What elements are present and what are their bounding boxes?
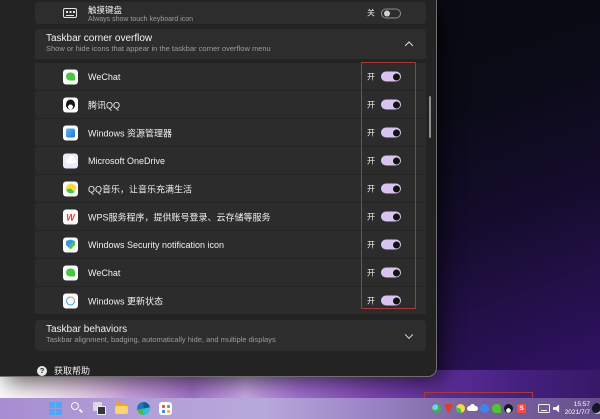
get-help-label: 获取帮助 — [54, 364, 90, 377]
taskbar-clock[interactable]: 15:57 2021/7/7 — [563, 401, 590, 417]
onedrive-icon — [63, 153, 78, 168]
tray-onedrive-icon[interactable] — [467, 406, 478, 411]
tray-qq-music-icon[interactable] — [456, 404, 465, 413]
taskbar-behaviors-header[interactable]: Taskbar behaviors Taskbar alignment, bad… — [35, 320, 426, 351]
touch-keyboard-icon — [63, 8, 77, 18]
windows-security-icon — [63, 237, 78, 252]
touch-keyboard-indicator-icon[interactable] — [538, 404, 550, 413]
windows-update-icon — [63, 293, 78, 308]
tray-sogou-icon[interactable] — [517, 404, 526, 413]
tray-docs-icon[interactable] — [480, 404, 489, 413]
corner-overflow-header[interactable]: Taskbar corner overflow Show or hide ico… — [35, 29, 426, 59]
touch-keyboard-toggle[interactable] — [381, 8, 401, 18]
corner-overflow-title: Taskbar corner overflow — [46, 33, 271, 44]
notification-icon[interactable] — [592, 403, 600, 414]
tray-qq-icon[interactable] — [504, 404, 513, 413]
file-explorer-icon — [63, 125, 78, 140]
row-label: Windows Security notification icon — [88, 240, 224, 250]
annotation-rect-toggles — [361, 62, 416, 309]
toggle-knob — [384, 10, 390, 16]
tray-wechat-icon[interactable] — [492, 404, 501, 413]
row-label: Microsoft OneDrive — [88, 156, 165, 166]
help-icon: ? — [37, 366, 47, 376]
chevron-down-icon[interactable] — [405, 330, 413, 338]
file-explorer-icon[interactable] — [114, 401, 129, 416]
touch-keyboard-setting-row[interactable]: 触摸键盘 Always show touch keyboard icon 关 — [35, 2, 426, 24]
taskbar: 15:57 2021/7/7 — [0, 398, 600, 419]
clock-time: 15:57 — [563, 401, 590, 409]
row-label: 腾讯QQ — [88, 98, 120, 111]
tray-wps-icon[interactable] — [444, 404, 453, 413]
row-label: QQ音乐，让音乐充满生活 — [88, 182, 192, 195]
chevron-up-icon[interactable] — [405, 41, 413, 49]
wechat-icon — [63, 265, 78, 280]
app-grid-icon[interactable] — [158, 401, 173, 416]
row-label: Windows 资源管理器 — [88, 126, 172, 139]
row-label: Windows 更新状态 — [88, 294, 163, 307]
touch-keyboard-title: 触摸键盘 — [88, 4, 193, 16]
wps-icon — [63, 209, 78, 224]
row-label: WeChat — [88, 268, 120, 278]
clock-date: 2021/7/7 — [563, 409, 590, 417]
behaviors-title: Taskbar behaviors — [46, 324, 276, 335]
qq-music-icon — [63, 181, 78, 196]
row-label: WPS服务程序，提供账号登录、云存储等服务 — [88, 210, 271, 223]
start-icon[interactable] — [48, 401, 63, 416]
wechat-icon — [63, 69, 78, 84]
row-label: WeChat — [88, 72, 120, 82]
get-help-link[interactable]: ? 获取帮助 — [37, 364, 90, 377]
behaviors-subtitle: Taskbar alignment, badging, automaticall… — [46, 335, 276, 344]
touch-keyboard-toggle-label: 关 — [367, 8, 375, 19]
search-icon[interactable] — [70, 401, 85, 416]
corner-overflow-subtitle: Show or hide icons that appear in the ta… — [46, 44, 271, 53]
scrollbar[interactable] — [429, 96, 431, 138]
touch-keyboard-subtitle: Always show touch keyboard icon — [88, 16, 193, 23]
tray-windows-security-icon[interactable] — [432, 404, 441, 413]
edge-icon[interactable] — [136, 401, 151, 416]
qq-icon — [63, 97, 78, 112]
task-view-icon[interactable] — [92, 401, 107, 416]
speaker-icon[interactable] — [553, 404, 562, 413]
